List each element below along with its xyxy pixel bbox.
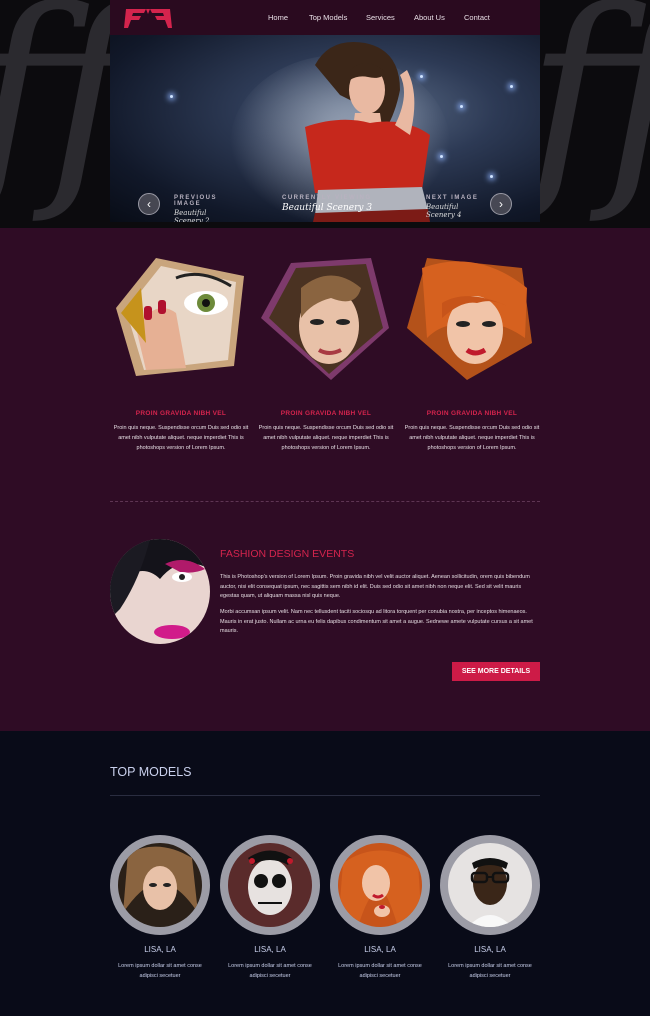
nav-contact[interactable]: Contact (464, 13, 490, 22)
next-caption[interactable]: NEXT IMAGE Beautiful Scenery 4 (426, 195, 486, 219)
main-nav: Home Top Models Services About Us Contac… (110, 0, 540, 35)
hero-model-image (230, 41, 450, 222)
model-description: Lorem ipsum dollar sit amet conse adipis… (448, 963, 532, 979)
current-caption-label: CURRENTLY VIEWING (282, 195, 372, 201)
model-name: LISA, LA (364, 945, 396, 954)
model-card[interactable]: LISA, LA Lorem ipsum dollar sit amet con… (330, 835, 430, 981)
feature-text: Proin quis neque. Suspendisse orcum Duis… (113, 425, 249, 451)
model-card[interactable]: LISA, LA Lorem ipsum dollar sit amet con… (220, 835, 320, 981)
model-description: Lorem ipsum dollar sit amet conse adipis… (338, 963, 422, 979)
feature-title: PROIN GRAVIDA NIBH VEL (135, 410, 227, 417)
top-models-title: TOP MODELS (110, 765, 192, 779)
next-caption-title: Beautiful Scenery 4 (426, 203, 462, 219)
model-name: LISA, LA (144, 945, 176, 954)
feature-card: PROIN GRAVIDA NIBH VEL Proin quis neque.… (111, 258, 251, 453)
nav-home[interactable]: Home (268, 13, 288, 22)
event-image (110, 539, 210, 644)
model-photo-ring (110, 835, 210, 935)
site-header: Home Top Models Services About Us Contac… (110, 0, 540, 35)
current-caption-title: Beautiful Scenery 3 (282, 203, 373, 213)
section-divider (110, 501, 540, 502)
script-decoration-right: ff (527, 0, 650, 228)
model-card[interactable]: LISA, LA Lorem ipsum dollar sit amet con… (110, 835, 210, 981)
prev-caption-label: PREVIOUS IMAGE (174, 195, 218, 207)
event-paragraph-2: Morbi accumsan ipsum velit. Nam nec tell… (220, 609, 533, 634)
hero-slider: ‹ › PREVIOUS IMAGE Beautiful Scenery 2 C… (110, 35, 540, 222)
model-card[interactable]: LISA, LA Lorem ipsum dollar sit amet con… (440, 835, 540, 981)
current-caption: CURRENTLY VIEWING Beautiful Scenery 3 (282, 195, 392, 213)
prev-caption[interactable]: PREVIOUS IMAGE Beautiful Scenery 2 (174, 195, 234, 222)
event-title: FASHION DESIGN EVENTS (220, 548, 355, 560)
slider-prev-button[interactable]: ‹ (138, 193, 160, 215)
model-photo (118, 843, 202, 927)
model-photo (448, 843, 532, 927)
nav-about-us[interactable]: About Us (414, 13, 445, 22)
model-photo-ring (220, 835, 320, 935)
feature-image-1 (116, 258, 244, 376)
top-models-section: TOP MODELS LISA, LA Lorem ipsum dollar s… (0, 731, 650, 1016)
nav-top-models[interactable]: Top Models (309, 13, 347, 22)
model-photo-ring (330, 835, 430, 935)
feature-title: PROIN GRAVIDA NIBH VEL (426, 410, 518, 417)
model-description: Lorem ipsum dollar sit amet conse adipis… (118, 963, 202, 979)
next-caption-label: NEXT IMAGE (426, 195, 479, 201)
model-photo (228, 843, 312, 927)
feature-title: PROIN GRAVIDA NIBH VEL (280, 410, 372, 417)
model-name: LISA, LA (474, 945, 506, 954)
prev-caption-title: Beautiful Scenery 2 (174, 209, 210, 222)
model-photo (338, 843, 422, 927)
feature-image-3 (407, 258, 532, 380)
model-photo-ring (440, 835, 540, 935)
model-name: LISA, LA (254, 945, 286, 954)
feature-card: PROIN GRAVIDA NIBH VEL Proin quis neque.… (256, 258, 396, 453)
nav-services[interactable]: Services (366, 13, 395, 22)
model-description: Lorem ipsum dollar sit amet conse adipis… (228, 963, 312, 979)
feature-text: Proin quis neque. Suspendisse orcum Duis… (258, 425, 394, 451)
feature-image-2 (261, 258, 389, 380)
event-paragraph-1: This is Photoshop's version of Lorem Ips… (220, 574, 530, 599)
features-section: PROIN GRAVIDA NIBH VEL Proin quis neque.… (0, 228, 650, 731)
feature-text: Proin quis neque. Suspendisse orcum Duis… (404, 425, 540, 451)
slider-next-button[interactable]: › (490, 193, 512, 215)
see-more-details-button[interactable]: SEE MORE DETAILS (452, 662, 540, 681)
feature-card: PROIN GRAVIDA NIBH VEL Proin quis neque.… (402, 258, 542, 453)
top-models-rule (110, 795, 540, 796)
